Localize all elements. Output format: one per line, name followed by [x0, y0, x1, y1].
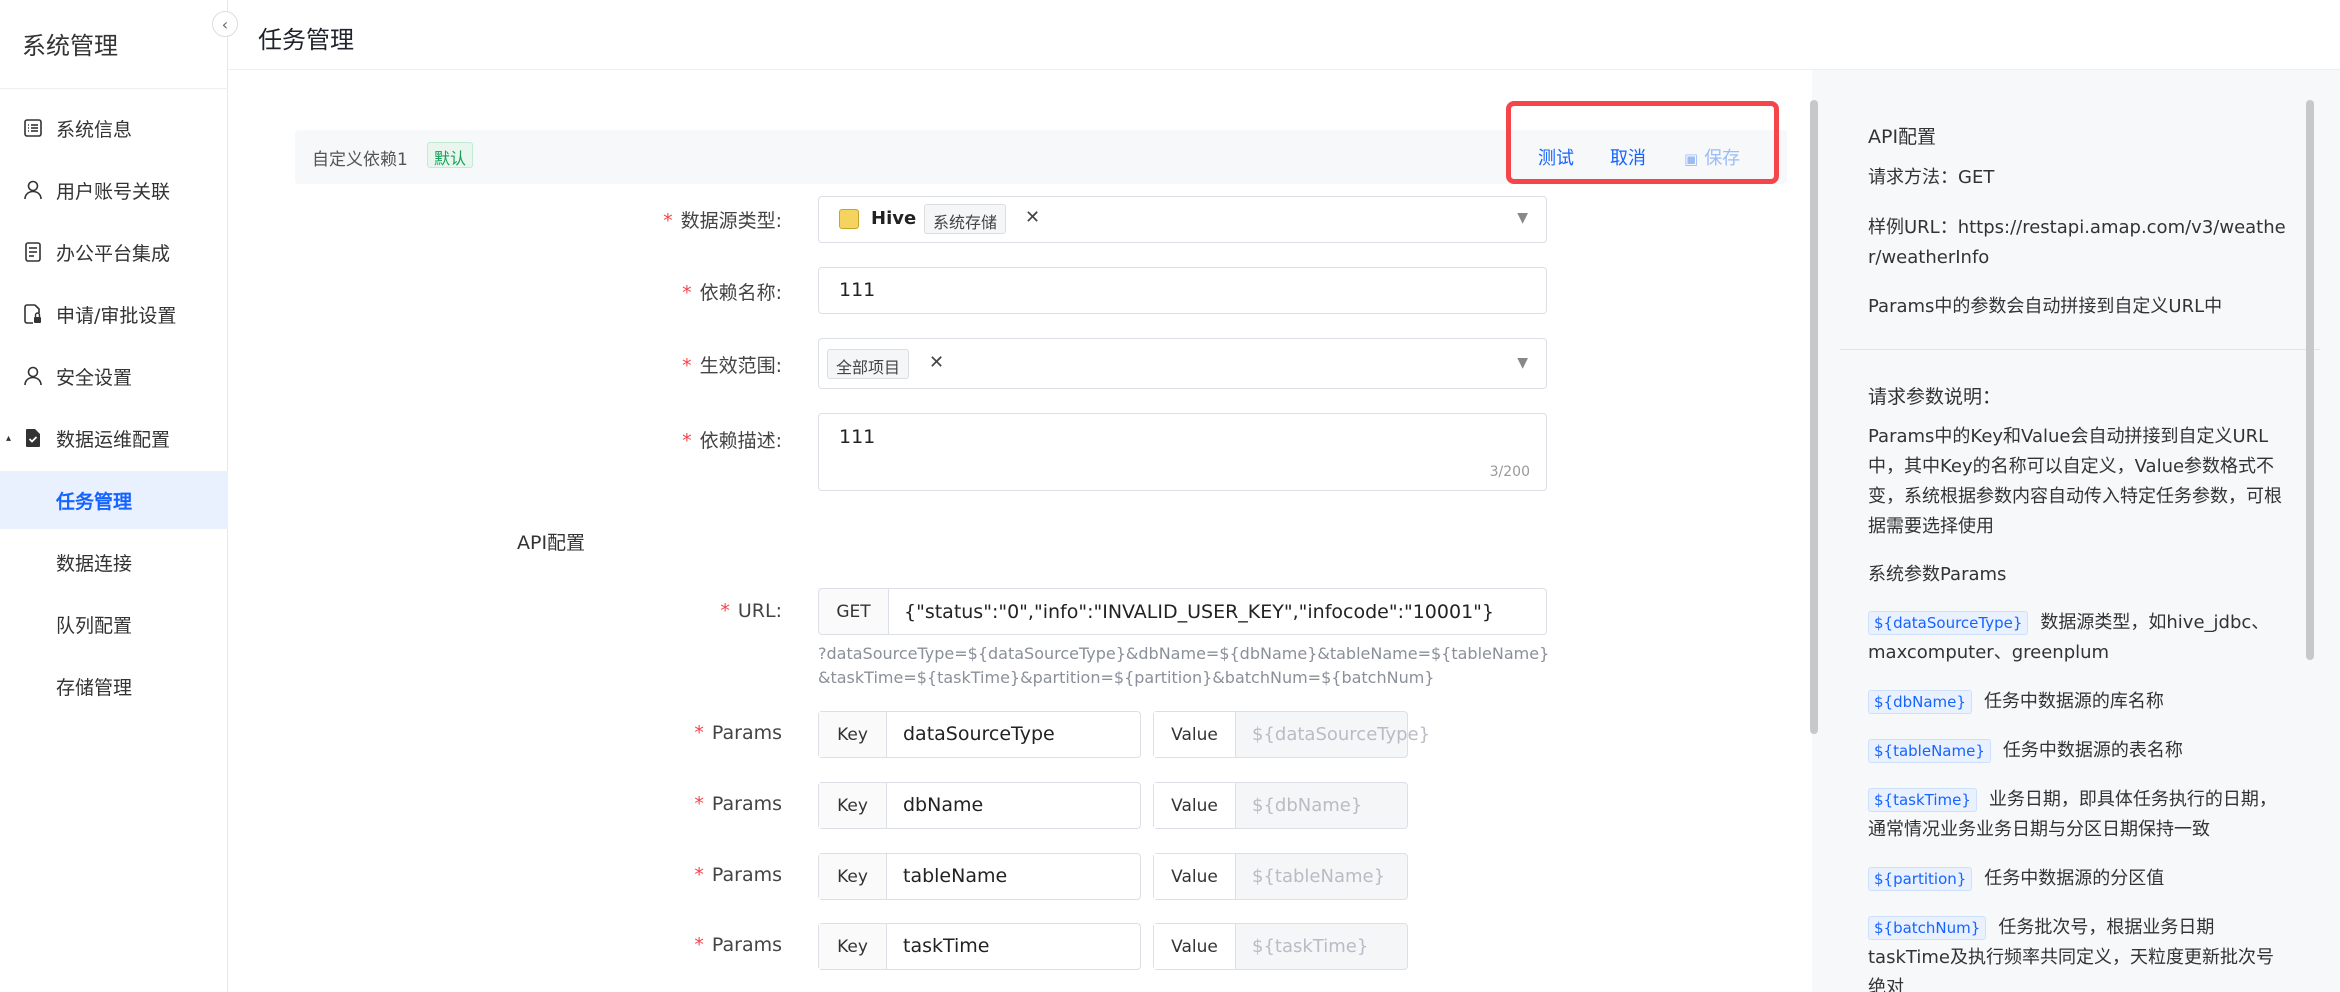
help-var-item: ${taskTime} 业务日期，即具体任务执行的日期，通常情况业务业务日期与分区… — [1868, 788, 2277, 840]
sidebar-item-system-info[interactable]: 系统信息 — [0, 99, 228, 157]
help-var-item: ${dbName} 任务中数据源的库名称 — [1868, 687, 2288, 717]
help-auto-concat: Params中的参数会自动拼接到自定义URL中 — [1868, 296, 2223, 317]
sidebar-item-label: 数据连接 — [56, 552, 133, 575]
help-var-item: ${partition} 任务中数据源的分区值 — [1868, 864, 2288, 894]
list-icon — [22, 117, 44, 139]
sidebar: 系统管理 系统信息 用户账号关联 办公平台集成 申请/审批设置 安全设置 ▴ 数… — [0, 0, 228, 992]
var-tag: ${dataSourceType} — [1868, 611, 2029, 635]
help-sample-url: 样例URL：https://restapi.amap.com/v3/weathe… — [1868, 217, 2286, 268]
sidebar-item-data-ops[interactable]: ▴ 数据运维配置 — [0, 409, 228, 467]
help-params-desc: Params中的Key和Value会自动拼接到自定义URL中，其中Key的名称可… — [1868, 426, 2282, 537]
param-key-input[interactable]: Key taskTime — [818, 923, 1141, 970]
sidebar-item-label: 队列配置 — [56, 614, 133, 637]
params-label: * Params — [694, 864, 782, 886]
default-badge: 默认 — [427, 142, 474, 168]
system-storage-tag: 系统存储 — [924, 204, 1007, 234]
hive-icon — [839, 209, 859, 229]
chevron-left-icon: ‹ — [221, 14, 229, 34]
caret-down-icon: ▴ — [6, 432, 12, 444]
param-value-input: Value ${taskTime} — [1153, 923, 1408, 970]
param-key-input[interactable]: Key tableName — [818, 853, 1141, 900]
var-tag: ${taskTime} — [1868, 788, 1977, 812]
sidebar-item-label: 数据运维配置 — [56, 428, 171, 451]
help-sys-params-title: 系统参数Params — [1868, 564, 2007, 585]
help-api-title: API配置 — [1868, 126, 1937, 148]
divider — [0, 88, 228, 89]
close-icon[interactable]: ✕ — [929, 352, 944, 373]
scope-select[interactable]: 全部项目 ✕ ▼ — [818, 338, 1547, 389]
all-projects-tag: 全部项目 — [827, 349, 910, 379]
datasource-type-select[interactable]: Hive 系统存储 ✕ ▼ — [818, 196, 1547, 243]
document-icon — [22, 241, 44, 263]
api-config-section-title: API配置 — [517, 532, 586, 554]
highlight-box — [1506, 101, 1779, 184]
param-value-input: Value ${tableName} — [1153, 853, 1408, 900]
help-panel: API配置 请求方法：GET 样例URL：https://restapi.ama… — [1818, 70, 2340, 992]
dependency-name-label: * 依赖名称: — [682, 282, 782, 304]
datasource-type-label: * 数据源类型: — [663, 210, 782, 232]
help-var-item: ${tableName} 任务中数据源的表名称 — [1868, 736, 2288, 766]
dependency-name-input[interactable]: 111 — [818, 267, 1547, 314]
sidebar-item-label: 存储管理 — [56, 676, 133, 699]
input-value: 111 — [839, 279, 876, 301]
help-var-item: ${dataSourceType} 数据源类型，如hive_jdbc、maxcom… — [1868, 611, 2270, 663]
params-label: * Params — [694, 793, 782, 815]
param-key-input[interactable]: Key dataSourceType — [818, 711, 1141, 758]
sidebar-item-user-account[interactable]: 用户账号关联 — [0, 161, 228, 219]
collapse-sidebar-button[interactable]: ‹ — [212, 11, 238, 37]
sidebar-item-label: 申请/审批设置 — [56, 304, 177, 327]
var-tag: ${tableName} — [1868, 739, 1991, 763]
caret-down-icon: ▼ — [1517, 210, 1528, 226]
help-params-title: 请求参数说明： — [1868, 386, 2002, 408]
url-input[interactable]: {"status":"0","info":"INVALID_USER_KEY",… — [888, 588, 1547, 635]
var-tag: ${batchNum} — [1868, 916, 1987, 940]
sidebar-item-label: 系统信息 — [56, 118, 133, 141]
params-label: * Params — [694, 934, 782, 956]
textarea-value: 111 — [839, 426, 876, 448]
form-scrollbar[interactable] — [1810, 100, 1818, 734]
var-tag: ${partition} — [1868, 867, 1973, 891]
top-bar: 任务管理 — [228, 0, 2340, 70]
sidebar-item-label: 任务管理 — [56, 490, 133, 513]
char-counter: 3/200 — [1489, 464, 1530, 480]
description-textarea[interactable]: 111 3/200 — [818, 413, 1547, 491]
sidebar-item-storage[interactable]: 存储管理 — [0, 657, 228, 715]
close-icon[interactable]: ✕ — [1025, 207, 1040, 228]
sidebar-item-label: 用户账号关联 — [56, 180, 171, 203]
user-icon — [22, 179, 44, 201]
params-label: * Params — [694, 722, 782, 744]
divider — [1840, 349, 2320, 350]
sidebar-item-security[interactable]: 安全设置 — [0, 347, 228, 405]
sidebar-item-label: 安全设置 — [56, 366, 133, 389]
file-lock-icon — [22, 303, 44, 325]
scope-label: * 生效范围: — [682, 355, 782, 377]
param-value-input: Value ${dataSourceType} — [1153, 711, 1430, 758]
param-key-input[interactable]: Key dbName — [818, 782, 1141, 829]
sidebar-item-label: 办公平台集成 — [56, 242, 171, 265]
var-tag: ${dbName} — [1868, 690, 1972, 714]
help-method: 请求方法：GET — [1868, 167, 1995, 188]
sidebar-item-queue-config[interactable]: 队列配置 — [0, 595, 228, 653]
url-method: GET — [818, 588, 889, 635]
sidebar-item-approval-settings[interactable]: 申请/审批设置 — [0, 285, 228, 343]
sidebar-title: 系统管理 — [22, 32, 118, 60]
sidebar-item-task-management[interactable]: 任务管理 — [0, 471, 228, 529]
caret-down-icon: ▼ — [1517, 355, 1528, 371]
dependency-title: 自定义依赖1 — [312, 150, 408, 170]
param-value-input: Value ${dbName} — [1153, 782, 1408, 829]
main-content: 自定义依赖1 默认 测试 取消 ▣ 保存 * 数据源类型: Hive 系统存储 ✕ … — [228, 70, 2340, 992]
description-label: * 依赖描述: — [682, 430, 782, 452]
help-var-item: ${batchNum} 任务批次号，根据业务日期taskTime及执行频率共同定义… — [1868, 916, 2274, 992]
page-title: 任务管理 — [258, 26, 354, 54]
user-icon — [22, 365, 44, 387]
file-check-icon — [22, 427, 44, 449]
url-label: * URL: — [720, 600, 782, 622]
sidebar-item-data-connection[interactable]: 数据连接 — [0, 533, 228, 591]
url-hint: ?dataSourceType=${dataSourceType}&dbName… — [818, 644, 1550, 687]
sidebar-item-office-integration[interactable]: 办公平台集成 — [0, 223, 228, 281]
datasource-tag: Hive — [871, 208, 917, 229]
form-card: 自定义依赖1 默认 测试 取消 ▣ 保存 * 数据源类型: Hive 系统存储 ✕ … — [228, 70, 1812, 992]
help-scrollbar[interactable] — [2306, 100, 2314, 660]
